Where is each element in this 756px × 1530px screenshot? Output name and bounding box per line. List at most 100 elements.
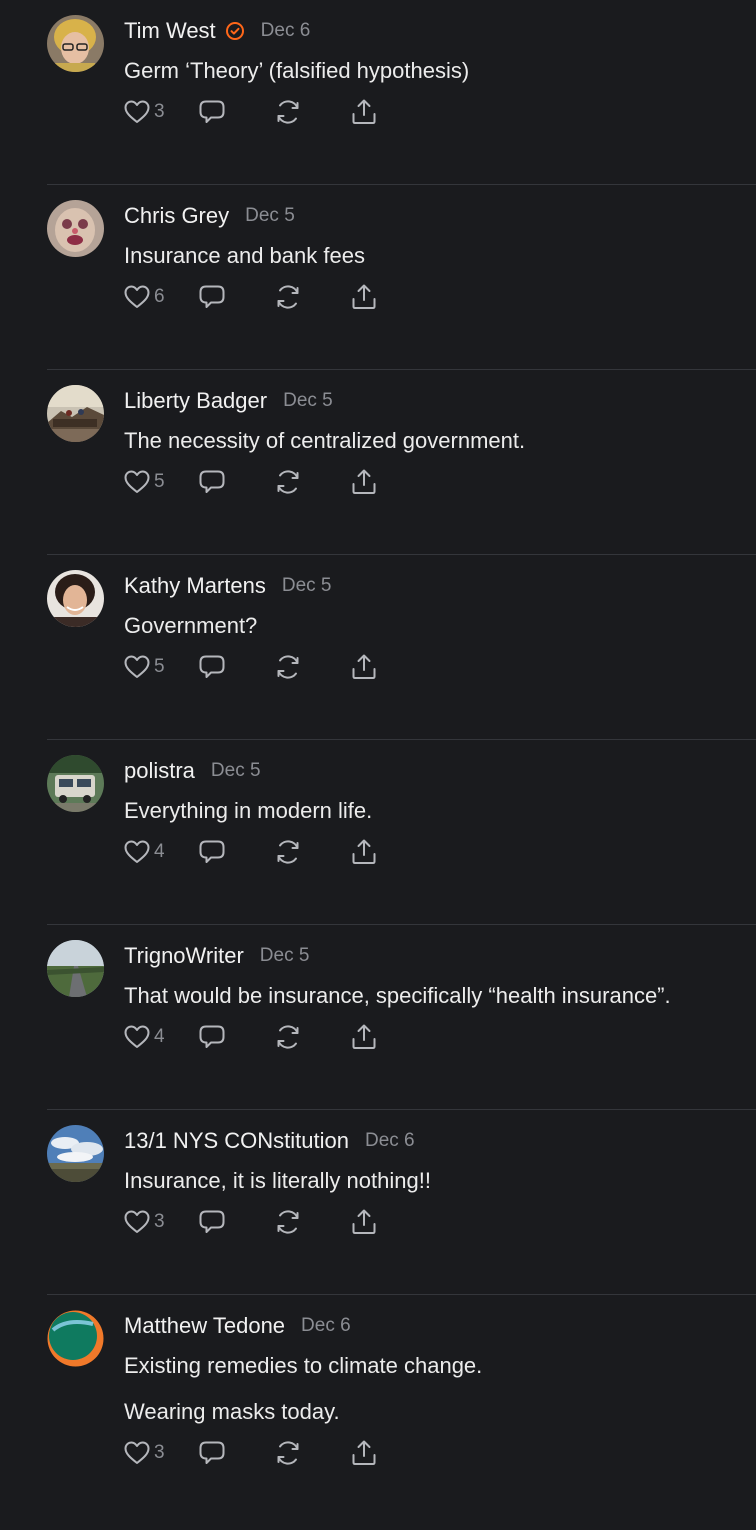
- comment-bubble-icon: [199, 840, 225, 863]
- share-button[interactable]: [349, 282, 379, 312]
- comment-text: Everything in modern life.: [124, 798, 373, 823]
- restack-button[interactable]: [273, 652, 303, 682]
- comment-actions: 3: [122, 1207, 379, 1237]
- author-name[interactable]: 13/1 NYS CONstitution: [124, 1128, 349, 1154]
- avatar[interactable]: [47, 200, 104, 257]
- share-button[interactable]: [349, 1022, 379, 1052]
- restack-button[interactable]: [273, 1207, 303, 1237]
- restack-button[interactable]: [273, 1438, 303, 1468]
- comment-text: Insurance and bank fees: [124, 243, 365, 268]
- heart-icon: [124, 470, 150, 493]
- like-button[interactable]: 3: [122, 1207, 182, 1237]
- restack-button[interactable]: [273, 282, 303, 312]
- heart-icon: [124, 1441, 150, 1464]
- comment-header: Tim West Dec 6: [124, 18, 310, 44]
- share-icon: [352, 1209, 376, 1234]
- comment-text: The necessity of centralized government.: [124, 428, 526, 453]
- comment-header: Liberty Badger Dec 5: [124, 388, 333, 414]
- comment-header: Matthew Tedone Dec 6: [124, 1313, 351, 1339]
- restack-button[interactable]: [273, 97, 303, 127]
- restack-button[interactable]: [273, 837, 303, 867]
- author-name[interactable]: polistra: [124, 758, 195, 784]
- comment-date[interactable]: Dec 5: [211, 760, 261, 782]
- comment-text-line-2: Wearing masks today.: [124, 1399, 340, 1424]
- restack-icon: [277, 100, 299, 124]
- heart-icon: [124, 100, 150, 123]
- comment-date[interactable]: Dec 6: [261, 20, 311, 42]
- comment-bubble-icon: [199, 470, 225, 493]
- restack-button[interactable]: [273, 1022, 303, 1052]
- comment-actions: 4: [122, 837, 379, 867]
- reply-button[interactable]: [197, 97, 227, 127]
- comment-bubble-icon: [199, 100, 225, 123]
- like-button[interactable]: 4: [122, 1022, 182, 1052]
- comment-text: Existing remedies to climate change.: [124, 1353, 483, 1378]
- like-count: 6: [154, 286, 165, 307]
- avatar[interactable]: [47, 1125, 104, 1182]
- comment-header: TrignoWriter Dec 5: [124, 943, 309, 969]
- author-name[interactable]: Chris Grey: [124, 203, 229, 229]
- reply-button[interactable]: [197, 1022, 227, 1052]
- comment: Chris Grey Dec 5 Insurance and bank fees…: [0, 185, 756, 370]
- comment-date[interactable]: Dec 5: [245, 205, 295, 227]
- comment-actions: 5: [122, 467, 379, 497]
- like-count: 3: [154, 101, 165, 122]
- comment-bubble-icon: [199, 285, 225, 308]
- restack-icon: [277, 655, 299, 679]
- avatar[interactable]: [47, 940, 104, 997]
- like-button[interactable]: 3: [122, 97, 182, 127]
- share-button[interactable]: [349, 837, 379, 867]
- like-button[interactable]: 3: [122, 1438, 182, 1468]
- author-name[interactable]: Matthew Tedone: [124, 1313, 285, 1339]
- avatar[interactable]: [47, 385, 104, 442]
- like-count: 5: [154, 656, 165, 677]
- comment-date[interactable]: Dec 5: [282, 575, 332, 597]
- avatar[interactable]: [47, 15, 104, 72]
- author-name[interactable]: Kathy Martens: [124, 573, 266, 599]
- reply-button[interactable]: [197, 282, 227, 312]
- author-name[interactable]: Liberty Badger: [124, 388, 267, 414]
- like-button[interactable]: 6: [122, 282, 182, 312]
- reply-button[interactable]: [197, 467, 227, 497]
- comment-date[interactable]: Dec 5: [283, 390, 333, 412]
- like-button[interactable]: 5: [122, 467, 182, 497]
- share-button[interactable]: [349, 1438, 379, 1468]
- restack-icon: [277, 285, 299, 309]
- comment: TrignoWriter Dec 5 That would be insuran…: [0, 925, 756, 1110]
- avatar[interactable]: [47, 1310, 104, 1367]
- comment-date[interactable]: Dec 5: [260, 945, 310, 967]
- like-button[interactable]: 5: [122, 652, 182, 682]
- share-icon: [352, 839, 376, 864]
- restack-icon: [277, 1025, 299, 1049]
- heart-icon: [124, 285, 150, 308]
- share-icon: [352, 284, 376, 309]
- comment: Tim West Dec 6 Germ ‘Theory’ (falsified …: [0, 0, 756, 185]
- share-button[interactable]: [349, 652, 379, 682]
- share-icon: [352, 1024, 376, 1049]
- comment-date[interactable]: Dec 6: [365, 1130, 415, 1152]
- like-count: 3: [154, 1211, 165, 1232]
- restack-button[interactable]: [273, 467, 303, 497]
- like-count: 5: [154, 471, 165, 492]
- comment-actions: 4: [122, 1022, 379, 1052]
- reply-button[interactable]: [197, 1207, 227, 1237]
- comment-date[interactable]: Dec 6: [301, 1315, 351, 1337]
- author-name[interactable]: Tim West: [124, 18, 216, 44]
- restack-icon: [277, 470, 299, 494]
- share-button[interactable]: [349, 467, 379, 497]
- like-button[interactable]: 4: [122, 837, 182, 867]
- like-count: 4: [154, 1026, 165, 1047]
- share-button[interactable]: [349, 1207, 379, 1237]
- comment-header: polistra Dec 5: [124, 758, 261, 784]
- author-name[interactable]: TrignoWriter: [124, 943, 244, 969]
- comment-bubble-icon: [199, 1210, 225, 1233]
- reply-button[interactable]: [197, 652, 227, 682]
- share-icon: [352, 469, 376, 494]
- reply-button[interactable]: [197, 1438, 227, 1468]
- reply-button[interactable]: [197, 837, 227, 867]
- comment-bubble-icon: [199, 1441, 225, 1464]
- avatar[interactable]: [47, 570, 104, 627]
- avatar[interactable]: [47, 755, 104, 812]
- share-button[interactable]: [349, 97, 379, 127]
- comment: Liberty Badger Dec 5 The necessity of ce…: [0, 370, 756, 555]
